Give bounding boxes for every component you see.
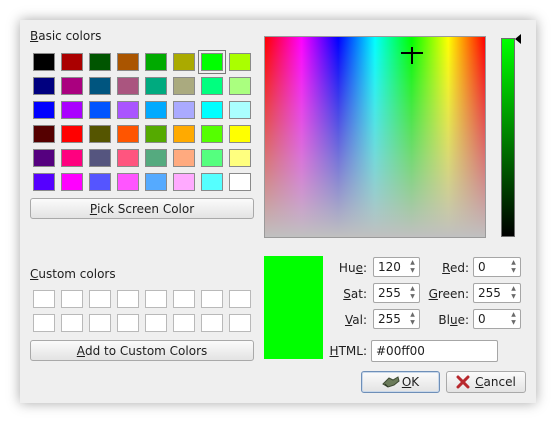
luminance-pointer-icon[interactable] [515,34,523,44]
basic-color-swatch[interactable] [61,125,83,143]
basic-color-swatch[interactable] [201,149,223,167]
spectrum-crosshair-icon [401,47,423,64]
basic-color-swatch[interactable] [61,53,83,71]
custom-colors-label: Custom colors [30,267,116,281]
basic-color-swatch[interactable] [33,173,55,191]
basic-color-swatch[interactable] [229,173,251,191]
green-spinbox[interactable]: 255 ▲ ▼ [473,283,521,303]
basic-color-swatch[interactable] [198,50,226,74]
blue-spinbox[interactable]: 0 ▲ ▼ [473,309,521,329]
basic-color-swatch[interactable] [201,101,223,119]
val-spinbox[interactable]: 255 ▲ ▼ [373,309,420,329]
basic-color-swatch[interactable] [229,101,251,119]
basic-color-swatch[interactable] [33,101,55,119]
custom-color-slot[interactable] [61,314,83,332]
val-label: Val: [344,313,367,327]
basic-color-swatch[interactable] [229,77,251,95]
basic-color-swatch[interactable] [229,53,251,71]
basic-color-swatch[interactable] [89,149,111,167]
custom-color-slot[interactable] [117,290,139,308]
basic-color-swatch[interactable] [201,125,223,143]
custom-color-slot[interactable] [89,314,111,332]
basic-color-swatch[interactable] [229,149,251,167]
color-dialog: Basic colors Pick Screen Color Custom co… [20,20,536,403]
custom-color-slot[interactable] [201,290,223,308]
custom-color-slot[interactable] [145,314,167,332]
basic-color-swatch[interactable] [145,173,167,191]
red-label: Red: [442,261,469,275]
basic-color-swatch[interactable] [117,149,139,167]
basic-color-swatch[interactable] [201,173,223,191]
basic-color-swatch[interactable] [117,101,139,119]
basic-color-swatch[interactable] [89,77,111,95]
luminance-slider[interactable] [501,38,515,237]
html-input[interactable]: #00ff00 [371,340,498,362]
custom-color-slot[interactable] [145,290,167,308]
basic-color-swatch[interactable] [145,125,167,143]
basic-color-swatch[interactable] [61,173,83,191]
basic-color-swatch[interactable] [145,53,167,71]
basic-color-swatch[interactable] [117,173,139,191]
basic-color-swatch[interactable] [173,149,195,167]
ok-hand-icon [382,376,400,388]
basic-color-swatch[interactable] [33,53,55,71]
custom-color-slot[interactable] [89,290,111,308]
red-spinbox[interactable]: 0 ▲ ▼ [473,257,521,277]
basic-color-swatch[interactable] [89,173,111,191]
basic-color-swatch[interactable] [173,173,195,191]
custom-color-slot[interactable] [33,314,55,332]
basic-color-swatch[interactable] [89,125,111,143]
custom-color-slot[interactable] [61,290,83,308]
basic-color-swatch[interactable] [229,125,251,143]
basic-color-swatch[interactable] [61,149,83,167]
sat-spinbox[interactable]: 255 ▲ ▼ [373,283,420,303]
sat-label: Sat: [343,287,367,301]
custom-color-slot[interactable] [173,314,195,332]
basic-color-swatch[interactable] [117,53,139,71]
custom-color-slot[interactable] [173,290,195,308]
hue-saturation-spectrum[interactable] [264,36,486,238]
basic-color-swatch[interactable] [173,101,195,119]
hue-spinbox[interactable]: 120 ▲ ▼ [373,257,420,277]
basic-color-swatch[interactable] [33,149,55,167]
basic-colors-label: Basic colors [30,29,102,43]
current-color-preview [264,256,323,359]
basic-color-swatch[interactable] [33,125,55,143]
basic-color-swatch[interactable] [61,77,83,95]
basic-color-swatch[interactable] [89,53,111,71]
basic-color-swatch[interactable] [145,149,167,167]
blue-label: Blue: [438,313,469,327]
cancel-button[interactable]: Cancel [446,371,526,393]
basic-color-swatch[interactable] [33,77,55,95]
html-label: HTML: [329,344,367,358]
ok-button[interactable]: OK [361,371,440,393]
custom-color-slot[interactable] [33,290,55,308]
basic-color-swatch[interactable] [173,53,195,71]
hue-label: Hue: [338,261,367,275]
custom-color-slot[interactable] [229,290,251,308]
green-label: Green: [428,287,469,301]
basic-color-swatch[interactable] [173,77,195,95]
custom-color-slot[interactable] [201,314,223,332]
basic-color-swatch[interactable] [117,77,139,95]
basic-color-swatch[interactable] [145,77,167,95]
basic-color-swatch[interactable] [117,125,139,143]
basic-color-swatch[interactable] [201,77,223,95]
basic-color-swatch[interactable] [89,101,111,119]
basic-color-swatch[interactable] [173,125,195,143]
add-to-custom-colors-button[interactable]: Add to Custom Colors [30,340,254,361]
pick-screen-color-button[interactable]: Pick Screen Color [30,198,254,219]
custom-color-slot[interactable] [117,314,139,332]
basic-color-swatch[interactable] [61,101,83,119]
custom-color-slot[interactable] [229,314,251,332]
cancel-x-icon [456,375,470,389]
basic-color-swatch[interactable] [145,101,167,119]
